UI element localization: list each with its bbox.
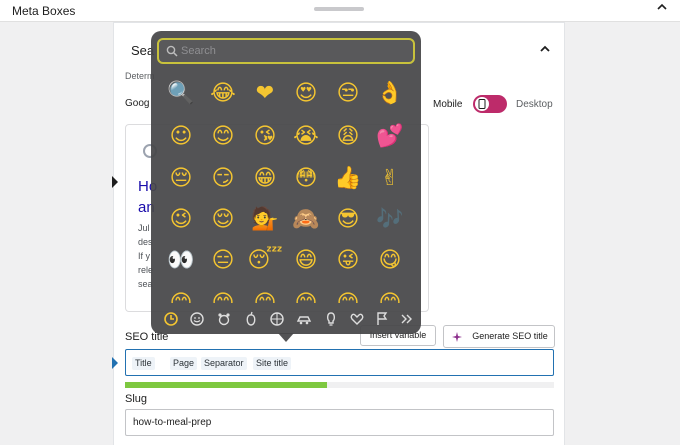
emoji-button[interactable]: 😩	[328, 121, 368, 153]
meta-boxes-bar: Meta Boxes	[0, 0, 680, 22]
emoji-search[interactable]	[157, 38, 415, 64]
emoji-picker: 🔍😂❤😍😒👌☺😊😘😭😩💕😔😏😁😳👍✌😉😌💁🙈😎🎶👀😑😴😄😜😋😊😊😊😊😊😊	[151, 31, 421, 334]
more-icon[interactable]	[398, 311, 414, 327]
slug-label: Slug	[125, 393, 148, 405]
emoji-button[interactable]: 😜	[328, 245, 368, 277]
emoji-button[interactable]: 😂	[203, 78, 243, 110]
emoji-button[interactable]: 😔	[161, 163, 201, 195]
emoji-button[interactable]: 😴	[245, 245, 285, 277]
emoji-button[interactable]: 🔍	[161, 78, 201, 110]
divider	[114, 22, 564, 23]
emoji-button[interactable]: 😄	[286, 245, 326, 277]
emoji-button[interactable]: 👀	[161, 245, 201, 277]
resize-handle[interactable]	[314, 7, 364, 11]
progress-fill	[125, 382, 327, 388]
chevron-up-icon[interactable]	[656, 1, 670, 17]
variable-tag[interactable]: Site title	[253, 357, 292, 370]
picker-pointer	[278, 333, 294, 342]
variable-tag[interactable]: Page	[170, 357, 198, 370]
generate-seo-title-button[interactable]: Generate SEO title	[443, 325, 555, 348]
slug-input[interactable]: how-to-meal-prep	[125, 409, 554, 436]
emoji-button[interactable]: 😋	[370, 245, 410, 277]
emoji-button[interactable]: ✌	[370, 163, 410, 195]
variable-tag[interactable]: Title	[132, 357, 155, 370]
activity-icon[interactable]	[269, 311, 285, 327]
emoji-button[interactable]: 😊	[203, 288, 243, 303]
smileys-icon[interactable]	[189, 311, 205, 327]
emoji-grid: 🔍😂❤😍😒👌☺😊😘😭😩💕😔😏😁😳👍✌😉😌💁🙈😎🎶👀😑😴😄😜😋😊😊😊😊😊😊	[151, 78, 421, 303]
emoji-button[interactable]: 💁	[245, 204, 285, 236]
emoji-button[interactable]: 😊	[203, 121, 243, 153]
emoji-button[interactable]: 😏	[203, 163, 243, 195]
sparkle-icon	[452, 332, 462, 342]
emoji-button[interactable]: 😊	[370, 288, 410, 303]
emoji-button[interactable]: 😒	[328, 78, 368, 110]
emoji-button[interactable]: 😁	[245, 163, 285, 195]
preview-mode-toggle[interactable]	[473, 95, 507, 113]
emoji-button[interactable]: 🎶	[370, 204, 410, 236]
recent-icon[interactable]	[163, 311, 179, 327]
expand-arrow-icon[interactable]	[112, 176, 118, 188]
animals-icon[interactable]	[216, 311, 232, 327]
emoji-button[interactable]: ☺	[161, 121, 201, 153]
mobile-device-icon	[478, 99, 486, 109]
emoji-button[interactable]: 😭	[286, 121, 326, 153]
desktop-label[interactable]: Desktop	[516, 99, 553, 110]
emoji-button[interactable]: 😉	[161, 204, 201, 236]
emoji-button[interactable]: ❤	[245, 78, 285, 110]
emoji-button[interactable]: 😳	[286, 163, 326, 195]
travel-icon[interactable]	[296, 311, 312, 327]
food-icon[interactable]	[243, 311, 259, 327]
search-icon	[166, 45, 178, 57]
toggle-knob	[475, 97, 489, 111]
seo-title-input[interactable]: Title Page Separator Site title	[125, 349, 554, 376]
symbols-icon[interactable]	[349, 311, 365, 327]
emoji-button[interactable]: 😌	[203, 204, 243, 236]
emoji-button[interactable]: 👌	[370, 78, 410, 110]
emoji-button[interactable]: 😊	[161, 288, 201, 303]
meta-boxes-title: Meta Boxes	[12, 4, 76, 18]
emoji-search-input[interactable]	[181, 42, 401, 60]
flags-icon[interactable]	[374, 311, 390, 327]
emoji-button[interactable]: 😍	[286, 78, 326, 110]
emoji-button[interactable]: 😊	[286, 288, 326, 303]
emoji-button[interactable]: 😊	[245, 288, 285, 303]
objects-icon[interactable]	[323, 311, 339, 327]
google-preview-label: Goog	[125, 98, 150, 109]
emoji-button[interactable]: 😎	[328, 204, 368, 236]
emoji-button[interactable]: 🙈	[286, 204, 326, 236]
emoji-button[interactable]: 💕	[370, 121, 410, 153]
emoji-button[interactable]: 😊	[328, 288, 368, 303]
generate-label: Generate SEO title	[472, 331, 548, 341]
focus-arrow-icon	[112, 357, 118, 369]
emoji-button[interactable]: 😘	[245, 121, 285, 153]
chevron-up-icon[interactable]	[538, 42, 552, 56]
emoji-category-bar	[151, 303, 421, 334]
variable-tag[interactable]: Separator	[201, 357, 247, 370]
emoji-button[interactable]: 😑	[203, 245, 243, 277]
mobile-label[interactable]: Mobile	[433, 99, 462, 110]
seo-title-progress	[125, 382, 554, 388]
emoji-button[interactable]: 👍	[328, 163, 368, 195]
